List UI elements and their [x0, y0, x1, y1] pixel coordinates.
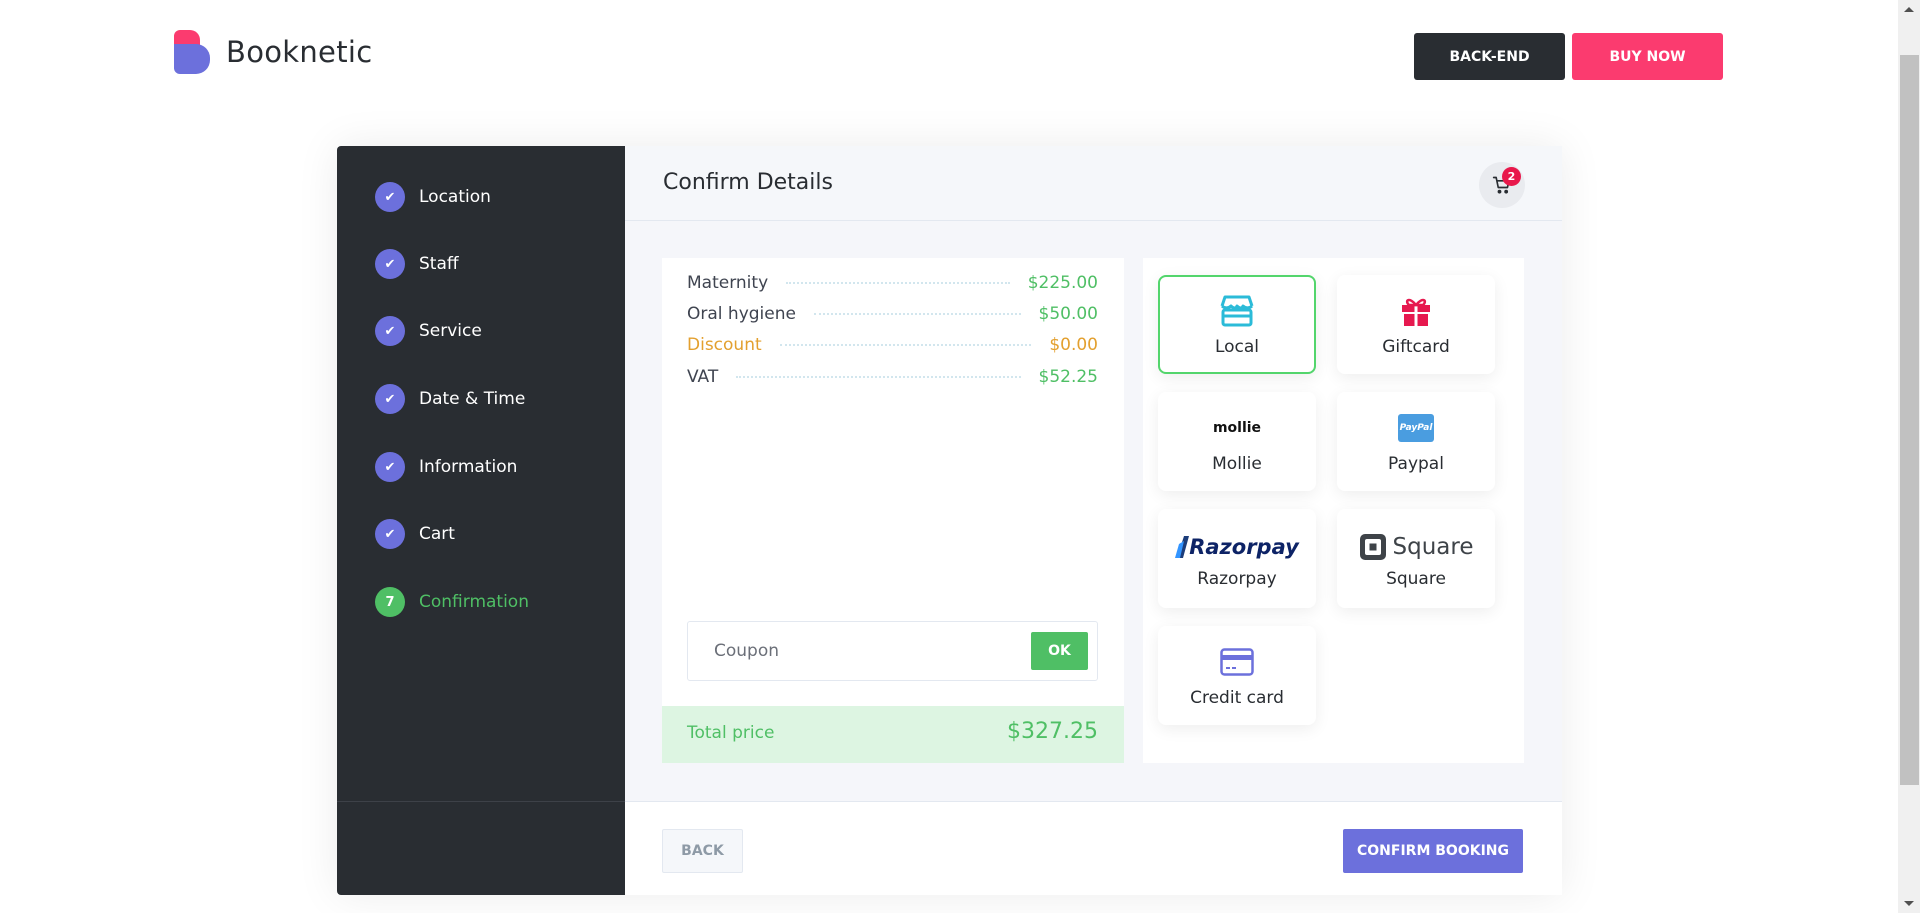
coupon-input[interactable]: [689, 623, 1019, 679]
price-row-name: Discount: [687, 335, 762, 355]
price-row-oral-hygiene: Oral hygiene $50.00: [687, 303, 1098, 325]
payment-method-label: Local: [1214, 336, 1260, 357]
mollie-logo: mollie: [1213, 410, 1261, 446]
payment-method-credit-card[interactable]: Credit card: [1158, 626, 1316, 725]
price-row-maternity: Maternity $225.00: [687, 272, 1098, 294]
back-button[interactable]: BACK: [662, 829, 743, 873]
booknetic-logo-icon: [174, 30, 211, 74]
brand-name: Booknetic: [226, 35, 373, 69]
step-staff[interactable]: ✔ Staff: [375, 249, 459, 279]
step-number: 7: [375, 587, 405, 617]
paypal-logo: PayPal: [1398, 410, 1434, 446]
check-icon: ✔: [375, 249, 405, 279]
step-location[interactable]: ✔ Location: [375, 182, 491, 212]
content-area: Confirm Details 2 Maternity $225.00 Oral…: [625, 146, 1562, 895]
total-price-bar: Total price $327.25: [662, 706, 1124, 763]
dotted-leader: [779, 344, 1032, 346]
cart-button[interactable]: 2: [1479, 162, 1525, 208]
price-row-name: Oral hygiene: [687, 304, 796, 324]
payment-method-label: Credit card: [1190, 687, 1284, 708]
step-service[interactable]: ✔ Service: [375, 316, 482, 346]
check-icon: ✔: [375, 519, 405, 549]
total-price-label: Total price: [687, 723, 775, 743]
check-icon: ✔: [375, 182, 405, 212]
square-logo: Square: [1359, 529, 1474, 565]
scroll-down-arrow-icon[interactable]: [1904, 901, 1914, 906]
step-label: Service: [419, 321, 482, 341]
price-row-vat: VAT $52.25: [687, 366, 1098, 388]
confirm-booking-button[interactable]: CONFIRM BOOKING: [1343, 829, 1523, 873]
price-row-name: Maternity: [687, 273, 769, 293]
step-label: Cart: [419, 524, 455, 544]
check-icon: ✔: [375, 452, 405, 482]
cart-count-badge: 2: [1502, 167, 1521, 186]
price-row-name: VAT: [687, 367, 719, 387]
square-logo-text: Square: [1392, 533, 1474, 560]
check-icon: ✔: [375, 316, 405, 346]
top-bar: Booknetic BACK-END BUY NOW: [0, 0, 1898, 110]
step-cart[interactable]: ✔ Cart: [375, 519, 455, 549]
booking-panel: ✔ Location ✔ Staff ✔ Service ✔ Date & Ti…: [337, 146, 1562, 895]
step-label: Information: [419, 457, 518, 477]
payment-methods: Local Giftcard mollie Mollie PayPal Payp…: [1143, 258, 1524, 763]
price-summary: Maternity $225.00 Oral hygiene $50.00 Di…: [662, 258, 1124, 763]
payment-method-paypal[interactable]: PayPal Paypal: [1337, 392, 1495, 491]
content-header: Confirm Details 2: [625, 146, 1562, 221]
page-title: Confirm Details: [663, 170, 833, 195]
step-label: Staff: [419, 254, 459, 274]
payment-method-label: Square: [1386, 568, 1446, 589]
step-information[interactable]: ✔ Information: [375, 452, 517, 482]
square-mark-icon: [1359, 533, 1386, 560]
payment-method-label: Giftcard: [1382, 336, 1450, 357]
page-scrollbar[interactable]: [1898, 0, 1920, 913]
payment-method-local[interactable]: Local: [1158, 275, 1316, 374]
store-icon: [1218, 293, 1256, 329]
paypal-logo-text: PayPal: [1398, 413, 1434, 442]
scroll-up-arrow-icon[interactable]: [1904, 7, 1914, 12]
step-label: Date & Time: [419, 389, 526, 409]
payment-method-mollie[interactable]: mollie Mollie: [1158, 392, 1316, 491]
sidebar-divider: [337, 801, 625, 802]
scrollbar-thumb[interactable]: [1900, 55, 1919, 785]
buy-now-button[interactable]: BUY NOW: [1572, 33, 1723, 80]
backend-button[interactable]: BACK-END: [1414, 33, 1565, 80]
payment-method-giftcard[interactable]: Giftcard: [1337, 275, 1495, 374]
payment-method-label: Razorpay: [1197, 568, 1277, 589]
coupon-box: OK: [687, 621, 1098, 681]
step-label: Location: [419, 187, 491, 207]
step-label: Confirmation: [419, 592, 529, 612]
coupon-ok-button[interactable]: OK: [1031, 632, 1088, 670]
razorpay-logo: Razorpay: [1175, 529, 1299, 565]
razorpay-logo-text: Razorpay: [1189, 534, 1299, 559]
page: Booknetic BACK-END BUY NOW ✔ Location ✔ …: [0, 0, 1920, 913]
step-date-time[interactable]: ✔ Date & Time: [375, 384, 525, 414]
brand-logo[interactable]: Booknetic: [174, 30, 372, 74]
credit-card-icon: [1220, 644, 1254, 680]
step-confirmation[interactable]: 7 Confirmation: [375, 587, 529, 617]
dotted-leader: [813, 313, 1021, 315]
price-row-value: $52.25: [1038, 367, 1098, 387]
payment-method-square[interactable]: Square Square: [1337, 509, 1495, 608]
razorpay-mark-icon: [1175, 535, 1190, 558]
check-icon: ✔: [375, 384, 405, 414]
price-row-discount: Discount $0.00: [687, 334, 1098, 356]
gift-icon: [1400, 293, 1432, 329]
price-row-value: $225.00: [1027, 273, 1098, 293]
payment-method-label: Paypal: [1388, 453, 1444, 474]
payment-method-razorpay[interactable]: Razorpay Razorpay: [1158, 509, 1316, 608]
price-row-value: $50.00: [1038, 304, 1098, 324]
dotted-leader: [736, 376, 1021, 378]
steps-sidebar: ✔ Location ✔ Staff ✔ Service ✔ Date & Ti…: [337, 146, 625, 895]
price-row-value: $0.00: [1049, 335, 1098, 355]
total-price-value: $327.25: [1007, 719, 1098, 744]
mollie-logo-text: mollie: [1212, 419, 1262, 436]
content-footer: BACK CONFIRM BOOKING: [625, 801, 1562, 895]
dotted-leader: [786, 282, 1010, 284]
payment-method-label: Mollie: [1212, 453, 1262, 474]
